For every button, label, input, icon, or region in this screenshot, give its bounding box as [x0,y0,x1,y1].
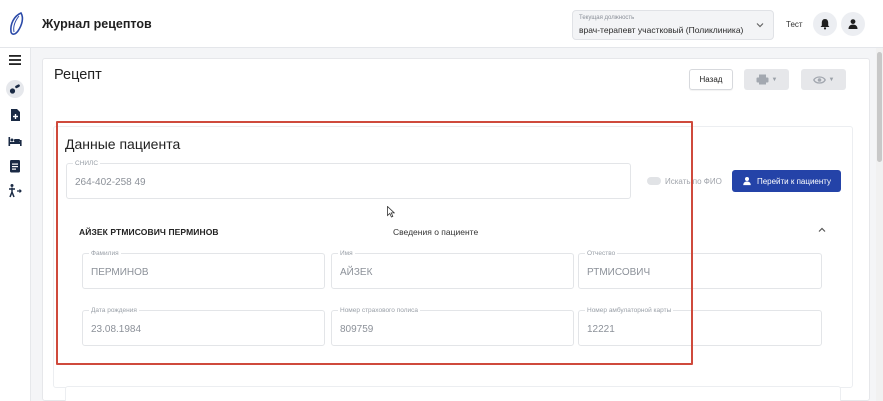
patronymic-value: РТМИСОВИЧ [587,267,651,278]
bell-icon [820,19,830,30]
app-logo-icon[interactable] [6,10,28,38]
birth-date-value: 23.08.1984 [91,324,142,335]
insurance-number-value: 809759 [340,324,374,335]
view-menu-button[interactable]: ▼ [801,69,846,90]
patient-info-label[interactable]: Сведения о пациенте [393,227,478,237]
insurance-number-field[interactable]: Номер страхового полиса 809759 [331,306,574,346]
app-title: Журнал рецептов [42,17,152,31]
scrollbar-thumb[interactable] [877,52,882,162]
menu-icon[interactable] [7,52,23,68]
bed-icon[interactable] [7,133,23,149]
outpatient-card-value: 12221 [587,324,615,335]
pills-icon [9,84,20,94]
user-icon [848,19,858,29]
section-title: Данные пациента [65,136,181,152]
back-button[interactable]: Назад [689,69,733,90]
eye-icon [812,75,826,84]
last-name-field[interactable]: Фамилия ПЕРМИНОВ [82,249,325,289]
clipboard-icon[interactable] [7,158,23,174]
user-name[interactable]: Тест [786,20,803,29]
top-bar: Журнал рецептов Текущая должность врач-т… [0,0,883,48]
patronymic-label: Отчество [585,249,618,258]
chevron-down-icon [756,23,764,28]
first-name-field[interactable]: Имя АЙЗЕК [331,249,574,289]
accessibility-icon[interactable] [7,183,23,199]
insurance-number-label: Номер страхового полиса [338,306,420,315]
first-name-value: АЙЗЕК [340,267,373,278]
birth-date-label: Дата рождения [89,306,139,315]
search-by-name-label: Искать по ФИО [665,177,722,186]
search-by-name-toggle[interactable] [647,177,661,185]
go-to-patient-button[interactable]: Перейти к пациенту [732,170,841,192]
snils-value: 264-402-258 49 [75,177,146,188]
outpatient-card-label: Номер амбулаторной карты [585,306,674,315]
outpatient-card-field[interactable]: Номер амбулаторной карты 12221 [578,306,822,346]
scrollbar[interactable] [876,48,883,401]
role-caption: Текущая должность [579,15,635,21]
document-plus-icon[interactable] [7,107,23,123]
patronymic-field[interactable]: Отчество РТМИСОВИЧ [578,249,822,289]
page-title: Рецепт [54,67,102,83]
printer-icon [756,74,769,85]
print-menu-button[interactable]: ▼ [744,69,789,90]
snils-label: СНИЛС [73,159,101,168]
last-name-label: Фамилия [89,249,121,258]
go-to-patient-label: Перейти к пациенту [756,176,832,186]
last-name-value: ПЕРМИНОВ [91,267,149,278]
birth-date-field[interactable]: Дата рождения 23.08.1984 [82,306,325,346]
profile-button[interactable] [841,12,865,36]
user-icon [743,177,751,186]
sidebar [0,48,31,401]
role-value: врач-терапевт участковый (Поликлиника) [579,25,744,35]
next-section-panel [65,386,841,401]
first-name-label: Имя [338,249,355,258]
caret-down-icon: ▼ [828,76,835,83]
chevron-up-icon[interactable] [816,224,828,236]
patient-full-name: АЙЗЕК РТМИСОВИЧ ПЕРМИНОВ [79,227,219,237]
snils-field[interactable]: СНИЛС 264-402-258 49 [66,159,631,199]
notifications-button[interactable] [813,12,837,36]
mouse-cursor-icon [387,206,395,218]
role-select[interactable]: Текущая должность врач-терапевт участков… [572,10,774,40]
sidebar-item-pills[interactable] [6,80,24,98]
caret-down-icon: ▼ [771,76,778,83]
